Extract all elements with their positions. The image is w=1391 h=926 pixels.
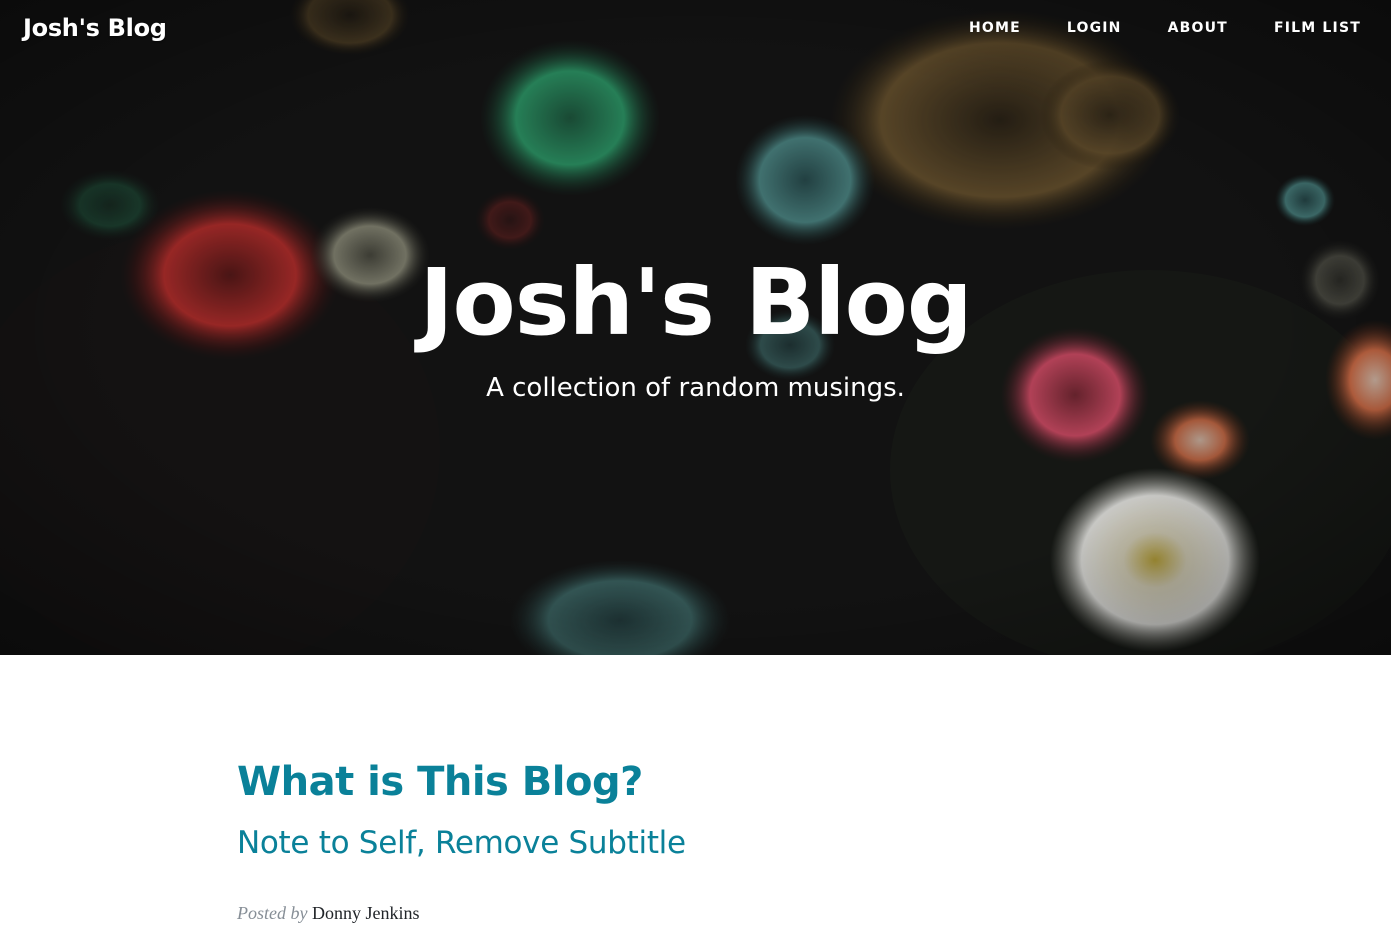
nav-link-about[interactable]: ABOUT (1168, 20, 1228, 36)
main-nav: HOME LOGIN ABOUT FILM LIST (923, 20, 1361, 36)
post-title-link[interactable]: What is This Blog? (237, 755, 643, 809)
nav-link-login[interactable]: LOGIN (1067, 20, 1122, 36)
navbar-brand[interactable]: Josh's Blog (23, 14, 167, 42)
post-author-link[interactable]: Donny Jenkins (312, 903, 420, 923)
hero-title: Josh's Blog (419, 249, 972, 356)
post-subtitle[interactable]: Note to Self, Remove Subtitle (237, 820, 686, 866)
post-meta-prefix: Posted by (237, 903, 308, 923)
hero-header: Josh's Blog HOME LOGIN ABOUT FILM LIST J… (0, 0, 1391, 655)
post-meta: Posted by Donny Jenkins (237, 900, 419, 926)
nav-link-home[interactable]: HOME (969, 20, 1021, 36)
hero-subtitle: A collection of random musings. (486, 373, 905, 403)
nav-link-film-list[interactable]: FILM LIST (1274, 20, 1361, 36)
